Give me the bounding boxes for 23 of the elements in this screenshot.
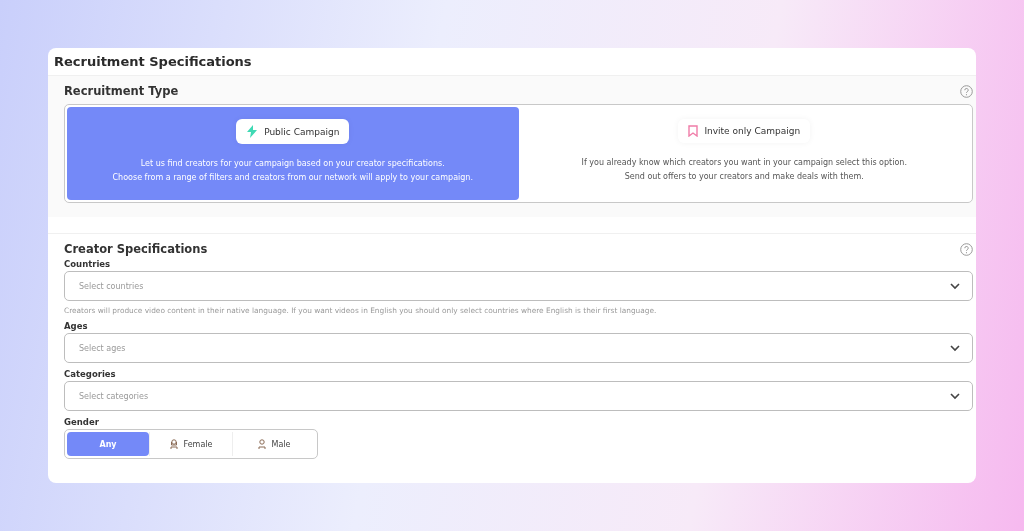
bookmark-icon <box>688 125 699 137</box>
help-icon <box>960 242 973 256</box>
section-heading: Creator Specifications <box>64 242 208 256</box>
field-label: Categories <box>64 369 117 379</box>
option-description: Choose from a range of filters and creators from our network will apply to your campaign. <box>112 173 473 182</box>
section-heading: Recruitment Type <box>64 84 179 98</box>
chevron-down-icon <box>950 282 960 290</box>
person-icon <box>257 439 266 449</box>
chevron-down-icon <box>950 392 960 400</box>
field-label: Gender <box>64 417 100 427</box>
lightning-icon <box>246 125 259 138</box>
campaign-option[interactable]: Public Campaign Let us find creators for your campaign based on your creator specifications. Choose from a range of filters and creators from our network will apply to your campaign. <box>67 107 519 200</box>
field-label: Ages <box>64 321 89 331</box>
person-icon <box>169 439 178 449</box>
field-label: Countries <box>64 259 112 269</box>
option-description: Let us find creators for your campaign based on your creator specifications. <box>140 159 445 168</box>
option-description: If you already know which creators you want in your campaign select this option. <box>581 158 907 167</box>
help-icon <box>960 84 973 98</box>
chevron-down-icon <box>950 344 960 352</box>
option-label: Public Campaign <box>236 119 350 144</box>
page-title: Recruitment Specifications <box>54 54 253 69</box>
option-description: Send out offers to your creators and make deals with them. <box>624 172 864 181</box>
option-label: Invite only Campaign <box>678 119 811 143</box>
